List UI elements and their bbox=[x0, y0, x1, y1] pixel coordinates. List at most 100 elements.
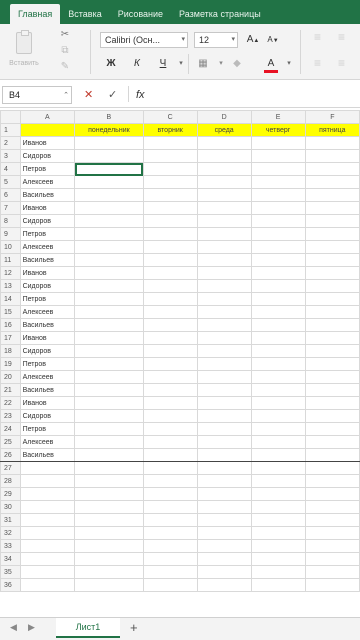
cut-icon[interactable]: ✂ bbox=[58, 28, 72, 42]
tab-page-layout[interactable]: Разметка страницы bbox=[171, 4, 269, 24]
cell[interactable] bbox=[196, 513, 252, 527]
row-header[interactable]: 25 bbox=[0, 435, 21, 449]
row-header[interactable]: 31 bbox=[0, 513, 21, 527]
cell[interactable] bbox=[19, 565, 76, 579]
cell[interactable] bbox=[250, 292, 306, 306]
cell[interactable] bbox=[142, 318, 198, 332]
cancel-icon[interactable]: ✕ bbox=[84, 88, 93, 102]
cell[interactable] bbox=[74, 487, 144, 501]
row-header[interactable]: 15 bbox=[0, 305, 21, 319]
cell[interactable] bbox=[304, 240, 360, 254]
cell[interactable] bbox=[196, 162, 252, 176]
grow-font-button[interactable]: A▲ bbox=[246, 34, 260, 46]
row-header[interactable]: 3 bbox=[0, 149, 21, 163]
cell[interactable] bbox=[196, 357, 252, 371]
cell[interactable] bbox=[196, 201, 252, 215]
cell[interactable] bbox=[304, 448, 360, 462]
cell[interactable] bbox=[304, 331, 360, 345]
cell[interactable] bbox=[304, 357, 360, 371]
cell[interactable] bbox=[74, 175, 144, 189]
cell[interactable] bbox=[304, 565, 360, 579]
cell[interactable] bbox=[304, 214, 360, 228]
row-header[interactable]: 12 bbox=[0, 266, 21, 280]
select-all-corner[interactable] bbox=[0, 110, 21, 124]
header-cell[interactable]: пятница bbox=[304, 123, 360, 137]
row-header[interactable]: 26 bbox=[0, 448, 21, 462]
cell[interactable] bbox=[304, 305, 360, 319]
cell[interactable] bbox=[74, 526, 144, 540]
confirm-icon[interactable]: ✓ bbox=[108, 88, 117, 102]
cell[interactable] bbox=[250, 227, 306, 241]
cell[interactable] bbox=[250, 448, 306, 462]
cell[interactable] bbox=[74, 422, 144, 436]
insert-function-button[interactable]: fx bbox=[136, 88, 145, 102]
row-header[interactable]: 19 bbox=[0, 357, 21, 371]
tab-draw[interactable]: Рисование bbox=[110, 4, 171, 24]
cell[interactable] bbox=[142, 435, 198, 449]
cell[interactable] bbox=[142, 305, 198, 319]
row-header[interactable]: 29 bbox=[0, 487, 21, 501]
bold-button[interactable]: Ж bbox=[104, 56, 118, 72]
cell[interactable] bbox=[142, 513, 198, 527]
cell[interactable] bbox=[142, 461, 198, 475]
cell[interactable] bbox=[304, 396, 360, 410]
row-header[interactable]: 10 bbox=[0, 240, 21, 254]
cell[interactable] bbox=[250, 344, 306, 358]
align-left-icon[interactable]: ≡ bbox=[314, 56, 321, 70]
column-header-d[interactable]: D bbox=[196, 110, 252, 124]
cell[interactable] bbox=[250, 539, 306, 553]
cell[interactable] bbox=[74, 409, 144, 423]
name-cell[interactable]: Иванов bbox=[19, 396, 76, 410]
font-size-select[interactable]: 12 ▾ bbox=[194, 32, 238, 48]
row-header[interactable]: 1 bbox=[0, 123, 21, 137]
cell[interactable] bbox=[74, 357, 144, 371]
cell[interactable] bbox=[142, 240, 198, 254]
cell[interactable] bbox=[250, 318, 306, 332]
cell[interactable] bbox=[19, 500, 76, 514]
name-cell[interactable]: Петров bbox=[19, 357, 76, 371]
cell[interactable] bbox=[74, 500, 144, 514]
name-cell[interactable]: Иванов bbox=[19, 136, 76, 150]
row-header[interactable]: 34 bbox=[0, 552, 21, 566]
cell[interactable] bbox=[304, 409, 360, 423]
cell[interactable] bbox=[142, 188, 198, 202]
row-header[interactable]: 23 bbox=[0, 409, 21, 423]
name-cell[interactable]: Петров bbox=[19, 422, 76, 436]
cell[interactable] bbox=[196, 396, 252, 410]
add-sheet-button[interactable]: + bbox=[130, 620, 138, 636]
cell[interactable] bbox=[250, 279, 306, 293]
row-header[interactable]: 22 bbox=[0, 396, 21, 410]
cell[interactable] bbox=[196, 214, 252, 228]
cell[interactable] bbox=[19, 578, 76, 592]
cell[interactable] bbox=[142, 565, 198, 579]
cell[interactable] bbox=[142, 357, 198, 371]
cell[interactable] bbox=[250, 188, 306, 202]
column-header-a[interactable]: A bbox=[19, 110, 76, 124]
name-cell[interactable]: Петров bbox=[19, 162, 76, 176]
cell[interactable] bbox=[74, 292, 144, 306]
cell[interactable] bbox=[74, 136, 144, 150]
cell[interactable] bbox=[250, 461, 306, 475]
cell[interactable] bbox=[304, 279, 360, 293]
cell[interactable] bbox=[74, 370, 144, 384]
cell[interactable] bbox=[196, 526, 252, 540]
cell[interactable] bbox=[19, 487, 76, 501]
cell[interactable] bbox=[142, 175, 198, 189]
font-name-select[interactable]: Calibri (Осн... ▾ bbox=[100, 32, 188, 48]
cell[interactable] bbox=[196, 188, 252, 202]
cell[interactable] bbox=[196, 266, 252, 280]
cell[interactable] bbox=[74, 318, 144, 332]
cell[interactable] bbox=[142, 292, 198, 306]
cell[interactable] bbox=[19, 474, 76, 488]
cell[interactable] bbox=[142, 474, 198, 488]
name-cell[interactable]: Васильев bbox=[19, 318, 76, 332]
cell[interactable] bbox=[142, 383, 198, 397]
cell[interactable] bbox=[142, 253, 198, 267]
row-header[interactable]: 28 bbox=[0, 474, 21, 488]
column-header-f[interactable]: F bbox=[304, 110, 360, 124]
cell[interactable] bbox=[142, 422, 198, 436]
cell[interactable] bbox=[74, 214, 144, 228]
cell[interactable] bbox=[304, 552, 360, 566]
cell[interactable] bbox=[250, 409, 306, 423]
cell[interactable] bbox=[142, 214, 198, 228]
